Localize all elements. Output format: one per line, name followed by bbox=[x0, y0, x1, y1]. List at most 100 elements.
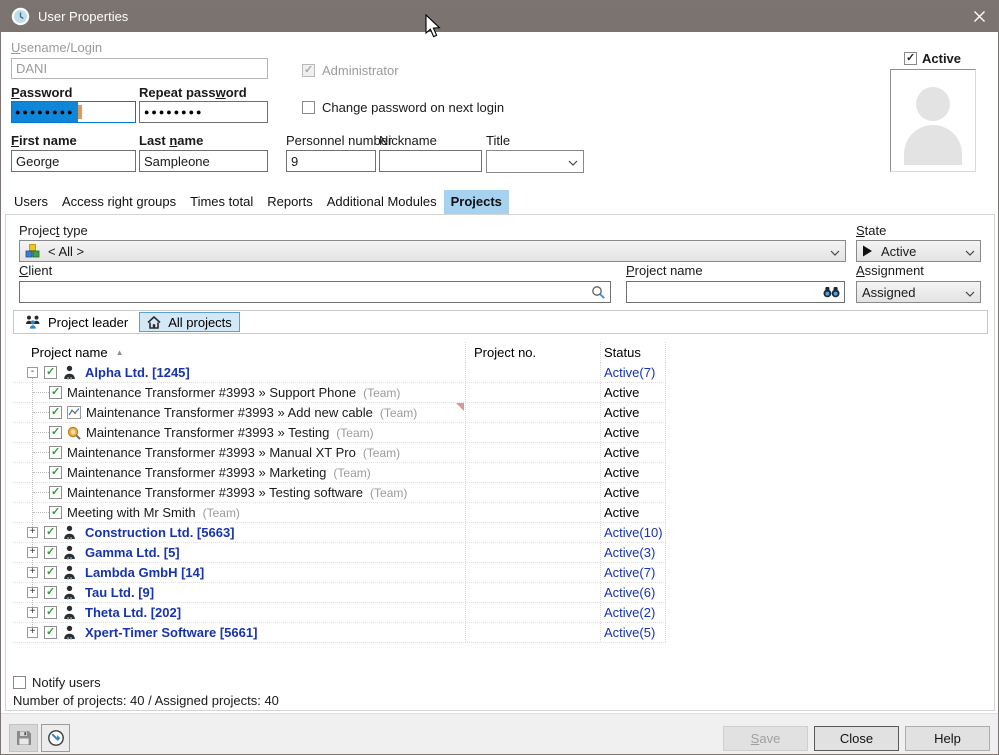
row-checkbox[interactable] bbox=[44, 546, 57, 559]
expand-icon[interactable]: + bbox=[27, 627, 38, 638]
administrator-checkbox[interactable] bbox=[302, 64, 315, 77]
column-status[interactable]: Status bbox=[601, 342, 666, 363]
view-toggle-bar: Project leader All projects bbox=[13, 310, 988, 334]
project-no-cell bbox=[466, 423, 601, 442]
table-row[interactable]: +Gamma Ltd. [5]Active(3) bbox=[13, 543, 666, 563]
team-label: (Team) bbox=[370, 486, 407, 500]
table-row[interactable]: Meeting with Mr Smith(Team)Active bbox=[13, 503, 666, 523]
binoculars-icon[interactable] bbox=[823, 286, 840, 298]
expand-icon[interactable]: + bbox=[27, 527, 38, 538]
password-input[interactable]: ●●●●●●●● bbox=[11, 101, 136, 123]
circle-arrow-button[interactable] bbox=[41, 724, 70, 752]
project-name-filter-input[interactable] bbox=[626, 281, 845, 303]
project-type-select[interactable]: < All > bbox=[19, 240, 846, 262]
project-no-cell bbox=[466, 623, 601, 642]
row-checkbox[interactable] bbox=[44, 626, 57, 639]
all-projects-button[interactable]: All projects bbox=[139, 312, 240, 332]
row-checkbox[interactable] bbox=[49, 446, 62, 459]
username-input[interactable]: DANI bbox=[11, 58, 268, 79]
project-name-text: Tau Ltd. [9] bbox=[85, 585, 154, 600]
project-name-text: Maintenance Transformer #3993 » Support … bbox=[67, 385, 356, 400]
save-button[interactable]: Save bbox=[723, 726, 808, 751]
close-dialog-button[interactable]: Close bbox=[814, 726, 899, 751]
nickname-input[interactable] bbox=[379, 150, 482, 172]
tree-connector bbox=[33, 392, 49, 393]
tab-access-right-groups[interactable]: Access right groups bbox=[55, 190, 183, 214]
row-checkbox[interactable] bbox=[44, 526, 57, 539]
chevron-down-icon bbox=[830, 244, 840, 259]
person-icon bbox=[63, 565, 76, 580]
table-row[interactable]: +Xpert-Timer Software [5661]Active(5) bbox=[13, 623, 666, 643]
row-checkbox[interactable] bbox=[49, 506, 62, 519]
tab-projects[interactable]: Projects bbox=[444, 190, 509, 214]
project-no-cell bbox=[466, 543, 601, 562]
expand-icon[interactable]: + bbox=[27, 547, 38, 558]
project-name-text: Gamma Ltd. [5] bbox=[85, 545, 180, 560]
tab-users[interactable]: Users bbox=[7, 190, 55, 214]
active-checkbox[interactable] bbox=[904, 52, 917, 65]
play-icon bbox=[862, 245, 873, 257]
table-row[interactable]: -Alpha Ltd. [1245]Active(7) bbox=[13, 363, 666, 383]
active-label: Active bbox=[922, 51, 961, 66]
row-checkbox[interactable] bbox=[44, 606, 57, 619]
help-button[interactable]: Help bbox=[905, 726, 990, 751]
row-checkbox[interactable] bbox=[44, 366, 57, 379]
circle-arrow-icon bbox=[47, 729, 65, 747]
table-row[interactable]: +Construction Ltd. [5663]Active(10) bbox=[13, 523, 666, 543]
row-checkbox[interactable] bbox=[49, 486, 62, 499]
table-row[interactable]: Maintenance Transformer #3993 » Testing(… bbox=[13, 423, 666, 443]
repeat-password-input[interactable]: ●●●●●●●● bbox=[139, 101, 268, 123]
collapse-icon[interactable]: - bbox=[27, 367, 38, 378]
first-name-input[interactable]: George bbox=[11, 150, 136, 172]
title-label: Title bbox=[486, 133, 510, 148]
title-select[interactable] bbox=[486, 150, 584, 173]
client-input[interactable] bbox=[19, 281, 611, 303]
close-icon bbox=[973, 10, 986, 23]
table-row[interactable]: +Theta Ltd. [202]Active(2) bbox=[13, 603, 666, 623]
search-icon[interactable] bbox=[591, 285, 606, 300]
table-row[interactable]: +Lambda GmbH [14]Active(7) bbox=[13, 563, 666, 583]
row-checkbox[interactable] bbox=[49, 426, 62, 439]
status-text: Active(5) bbox=[601, 623, 666, 642]
assignment-select[interactable]: Assigned bbox=[856, 281, 981, 303]
floppy-disk-button[interactable] bbox=[9, 724, 38, 752]
person-icon bbox=[63, 585, 76, 600]
tab-reports[interactable]: Reports bbox=[260, 190, 320, 214]
user-photo-placeholder bbox=[890, 69, 976, 172]
team-label: (Team) bbox=[380, 406, 417, 420]
last-name-input[interactable]: Sampleone bbox=[139, 150, 268, 172]
notify-users-checkbox[interactable] bbox=[13, 676, 26, 689]
tab-additional-modules[interactable]: Additional Modules bbox=[320, 190, 444, 214]
expand-icon[interactable]: + bbox=[27, 607, 38, 618]
row-checkbox[interactable] bbox=[49, 406, 62, 419]
column-project-no[interactable]: Project no. bbox=[466, 342, 601, 363]
cubes-icon bbox=[25, 244, 40, 258]
row-checkbox[interactable] bbox=[49, 386, 62, 399]
table-row[interactable]: Maintenance Transformer #3993 » Marketin… bbox=[13, 463, 666, 483]
tree-connector bbox=[33, 452, 49, 453]
project-no-cell bbox=[466, 403, 601, 422]
table-row[interactable]: Maintenance Transformer #3993 » Support … bbox=[13, 383, 666, 403]
table-row[interactable]: Maintenance Transformer #3993 » Testing … bbox=[13, 483, 666, 503]
project-no-cell bbox=[466, 443, 601, 462]
change-password-checkbox[interactable] bbox=[302, 101, 315, 114]
expand-icon[interactable]: + bbox=[27, 587, 38, 598]
column-project-name[interactable]: Project name ▲ bbox=[13, 342, 466, 363]
close-button[interactable] bbox=[960, 1, 998, 32]
project-name-text: Construction Ltd. [5663] bbox=[85, 525, 235, 540]
expand-icon[interactable]: + bbox=[27, 567, 38, 578]
table-row[interactable]: Maintenance Transformer #3993 » Add new … bbox=[13, 403, 666, 423]
status-text: Active bbox=[601, 443, 666, 462]
row-checkbox[interactable] bbox=[44, 566, 57, 579]
row-checkbox[interactable] bbox=[44, 586, 57, 599]
tab-times-total[interactable]: Times total bbox=[183, 190, 260, 214]
project-leader-button[interactable]: Project leader bbox=[18, 312, 135, 332]
row-checkbox[interactable] bbox=[49, 466, 62, 479]
status-text: Active(2) bbox=[601, 603, 666, 622]
state-select[interactable]: Active bbox=[856, 240, 981, 262]
personnel-number-input[interactable]: 9 bbox=[286, 150, 376, 172]
table-row[interactable]: Maintenance Transformer #3993 » Manual X… bbox=[13, 443, 666, 463]
status-text: Active bbox=[601, 463, 666, 482]
table-row[interactable]: +Tau Ltd. [9]Active(6) bbox=[13, 583, 666, 603]
personnel-number-label: Personnel number bbox=[286, 133, 392, 148]
